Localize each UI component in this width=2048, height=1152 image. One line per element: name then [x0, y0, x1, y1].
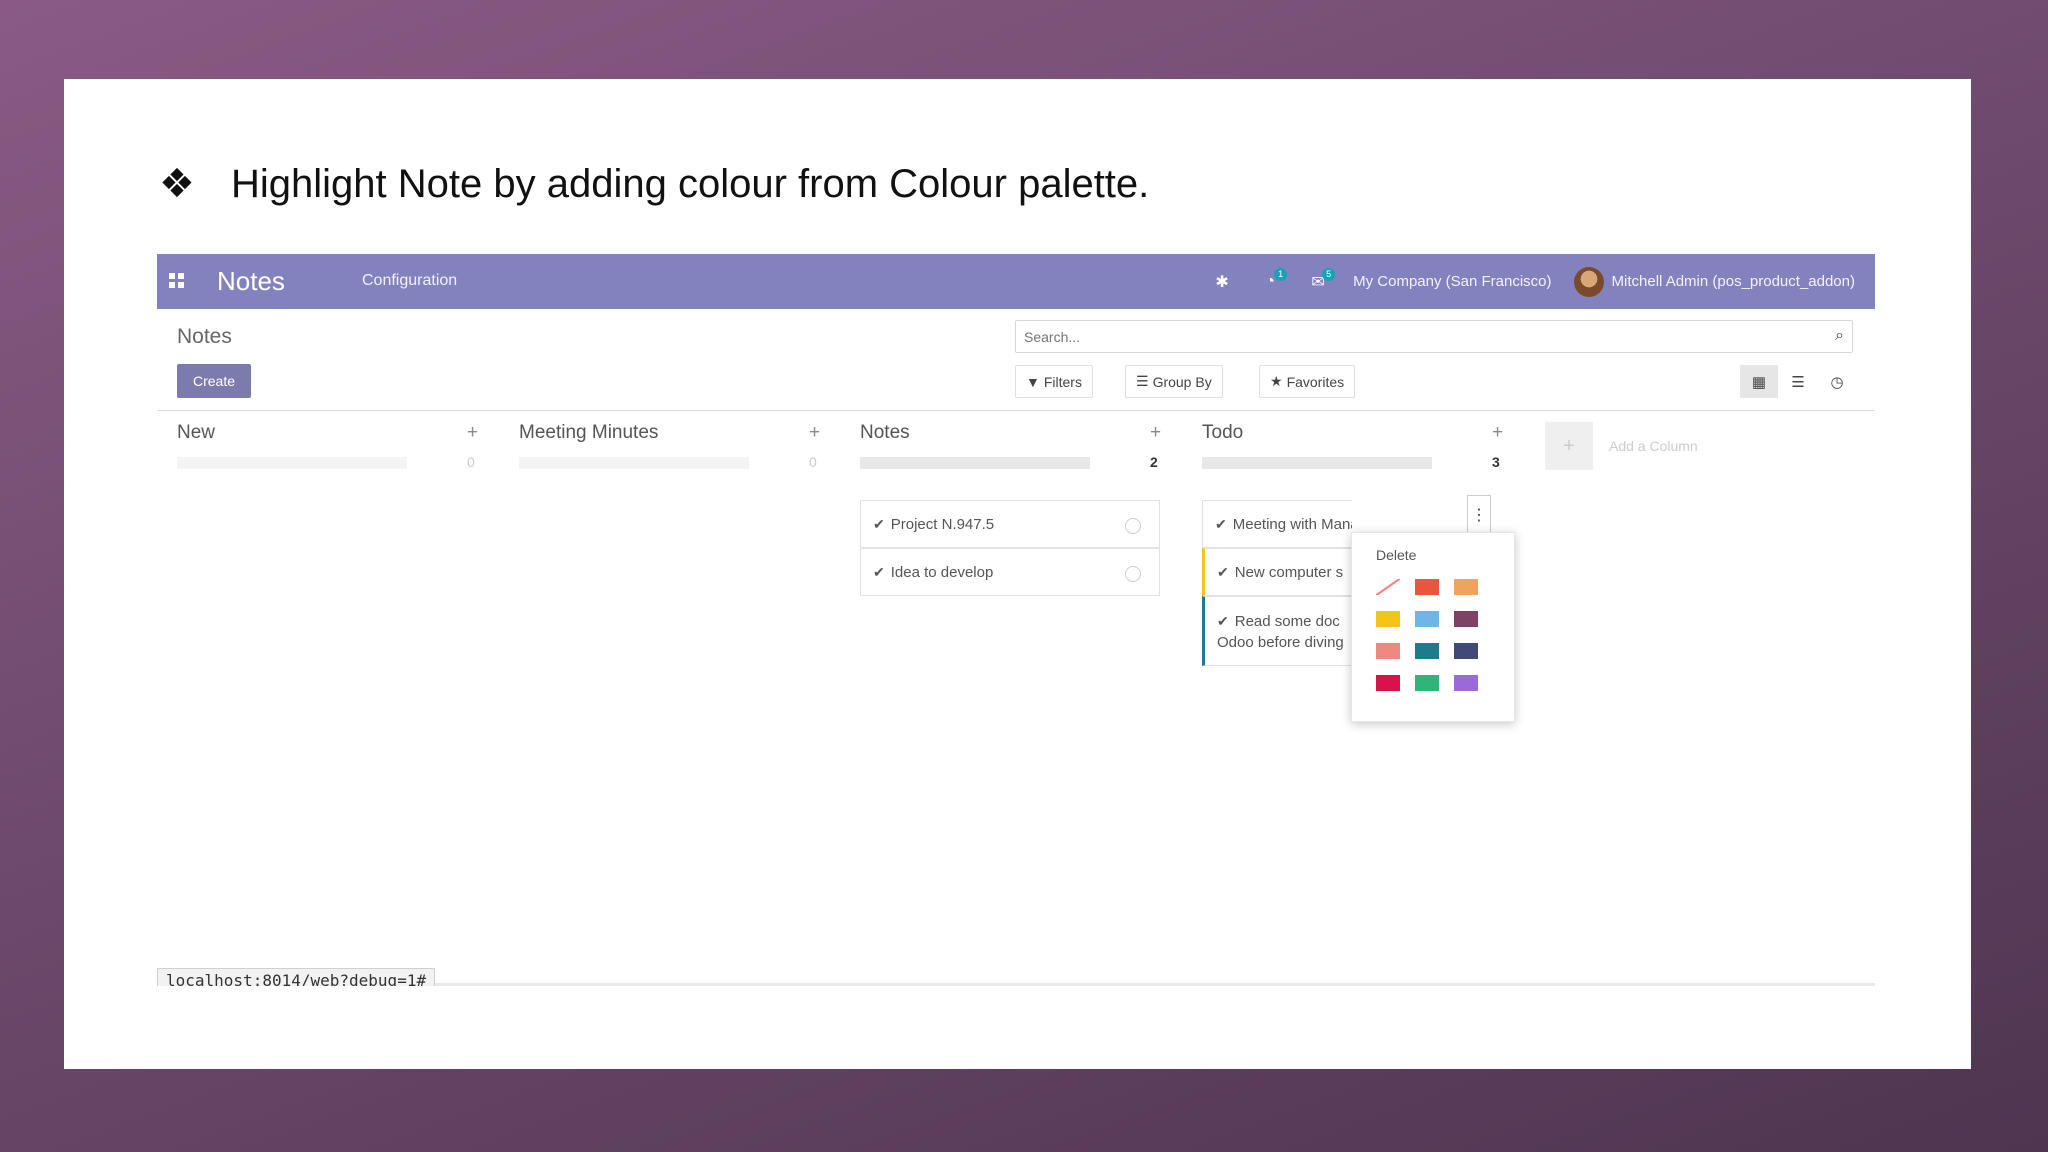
check-icon[interactable]: ✔	[873, 516, 885, 533]
column-count: 0	[467, 454, 475, 470]
app-brand[interactable]: Notes	[217, 266, 285, 297]
filters-button[interactable]: ▼ Filters	[1015, 365, 1093, 398]
search-input[interactable]	[1024, 327, 1804, 347]
kanban-card[interactable]: ✔ Project N.947.5	[860, 500, 1160, 548]
activity-badge: 1	[1274, 267, 1288, 281]
kanban-card[interactable]: ✔ Read some doc Odoo before diving	[1202, 596, 1352, 666]
color-swatch[interactable]	[1454, 643, 1478, 659]
top-navbar: Notes Configuration ✱ ◔ 1 ✉ 5 My Company…	[157, 254, 1875, 309]
list-view-icon[interactable]: ☰	[1779, 365, 1817, 398]
control-panel: Notes Create ⌕ ▼ Filters ☰ Group By ★ Fa…	[157, 309, 1875, 411]
color-swatch[interactable]	[1415, 579, 1439, 595]
kanban-card[interactable]: ✔ New computer s	[1202, 548, 1352, 596]
card-dropdown-toggle-icon[interactable]: ⋮	[1467, 495, 1491, 533]
delete-menu-item[interactable]: Delete	[1376, 547, 1416, 563]
column-count: 0	[809, 454, 817, 470]
color-swatch[interactable]	[1376, 611, 1400, 627]
company-switcher[interactable]: My Company (San Francisco)	[1353, 273, 1551, 290]
search-box: ⌕	[1015, 320, 1853, 353]
navbar-right: ✱ ◔ 1 ✉ 5 My Company (San Francisco) Mit…	[1209, 254, 1855, 309]
check-icon[interactable]: ✔	[1215, 516, 1227, 533]
color-swatch[interactable]	[1376, 643, 1400, 659]
column-add-icon[interactable]: +	[467, 422, 478, 444]
column-add-icon[interactable]: +	[809, 422, 820, 444]
column-title: New	[177, 422, 216, 443]
add-column-label[interactable]: Add a Column	[1609, 438, 1698, 454]
column-progress-bar	[1202, 457, 1432, 469]
color-swatch[interactable]	[1454, 579, 1478, 595]
apps-grid-icon[interactable]	[169, 273, 185, 289]
column-title: Meeting Minutes	[519, 422, 659, 443]
color-swatch[interactable]	[1454, 611, 1478, 627]
group-by-icon: ☰	[1136, 373, 1149, 389]
check-icon[interactable]: ✔	[1217, 564, 1229, 581]
color-swatch[interactable]	[1415, 611, 1439, 627]
slide-bullet-row: ❖ Highlight Note by adding colour from C…	[159, 161, 1149, 207]
create-button[interactable]: Create	[177, 364, 251, 398]
activity-view-icon[interactable]: ◷	[1818, 365, 1856, 398]
star-icon: ★	[1270, 373, 1283, 389]
column-add-icon[interactable]: +	[1492, 422, 1503, 444]
column-progress-bar	[177, 457, 407, 469]
avatar	[1573, 266, 1604, 297]
color-swatch[interactable]	[1415, 643, 1439, 659]
search-icon[interactable]: ⌕	[1835, 327, 1844, 345]
kanban-board: New + 0 Meeting Minutes + 0 Notes + 2 To…	[157, 412, 1875, 986]
color-palette-popup: Delete	[1351, 532, 1515, 722]
card-title: Meeting with Manager	[1232, 515, 1352, 533]
card-title: Idea to develop	[890, 563, 994, 581]
filter-icon: ▼	[1026, 373, 1040, 390]
column-count: 2	[1150, 454, 1158, 470]
card-title: Read some doc	[1234, 613, 1340, 630]
column-title: Todo	[1202, 422, 1244, 443]
bug-icon[interactable]: ✱	[1209, 272, 1235, 292]
activity-icon[interactable]: ◔ 1	[1257, 267, 1288, 292]
add-column-button[interactable]: +	[1545, 422, 1593, 470]
menu-configuration[interactable]: Configuration	[362, 272, 457, 290]
slide-instruction-text: Highlight Note by adding colour from Col…	[231, 161, 1150, 206]
activity-circle-icon[interactable]	[1125, 518, 1141, 534]
color-swatch[interactable]	[1415, 675, 1439, 691]
color-swatch[interactable]	[1376, 675, 1400, 691]
breadcrumb: Notes	[177, 325, 232, 348]
color-swatch[interactable]	[1454, 675, 1478, 691]
kanban-card[interactable]: ✔ Idea to develop	[860, 548, 1160, 596]
group-by-button[interactable]: ☰ Group By	[1125, 365, 1223, 398]
slide-canvas: ❖ Highlight Note by adding colour from C…	[64, 79, 1971, 1069]
activity-circle-icon[interactable]	[1125, 566, 1141, 582]
kanban-card[interactable]: ✔ Meeting with Manager	[1202, 500, 1352, 548]
status-bar-url: localhost:8014/web?debug=1#	[157, 968, 436, 986]
column-add-icon[interactable]: +	[1150, 422, 1161, 444]
column-progress-bar	[860, 457, 1090, 469]
odoo-notes-screenshot: Notes Configuration ✱ ◔ 1 ✉ 5 My Company…	[157, 254, 1875, 986]
color-swatch-none[interactable]	[1376, 579, 1400, 595]
user-menu[interactable]: Mitchell Admin (pos_product_addon)	[1573, 266, 1855, 297]
chat-icon[interactable]: ✉ 5	[1305, 267, 1336, 292]
card-title-line2: Odoo before diving	[1217, 634, 1344, 651]
chat-badge: 5	[1322, 267, 1336, 281]
bullet-icon: ❖	[159, 161, 195, 207]
column-progress-bar	[519, 457, 749, 469]
card-title: New computer s	[1234, 563, 1344, 581]
check-icon[interactable]: ✔	[1217, 613, 1229, 629]
favorites-button[interactable]: ★ Favorites	[1259, 365, 1356, 398]
column-count: 3	[1492, 454, 1500, 470]
check-icon[interactable]: ✔	[873, 564, 885, 581]
kanban-view-icon[interactable]: ▦	[1740, 365, 1778, 398]
user-name: Mitchell Admin (pos_product_addon)	[1611, 273, 1855, 290]
card-title: Project N.947.5	[890, 515, 995, 533]
column-title: Notes	[860, 422, 910, 443]
